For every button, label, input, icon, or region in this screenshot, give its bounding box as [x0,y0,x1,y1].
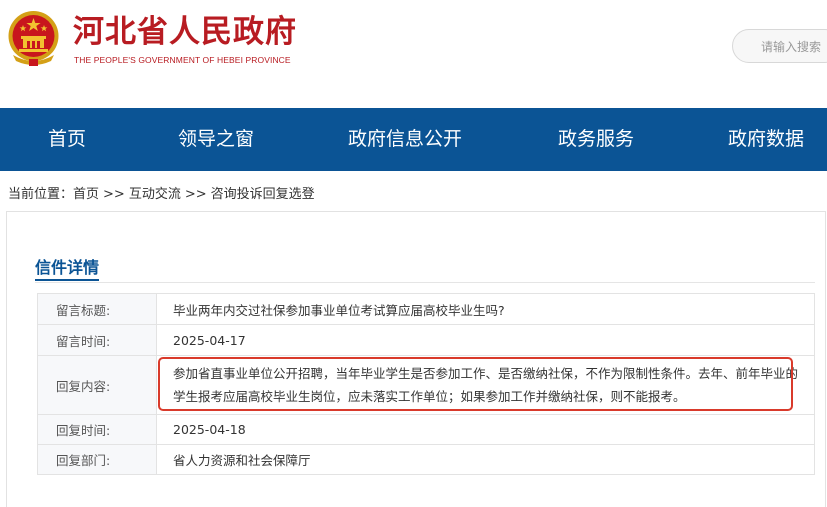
nav-item-leaders[interactable]: 领导之窗 [178,108,254,171]
panel-divider [35,282,815,283]
panel-title-underline [35,279,99,281]
table-row: 回复时间: 2025-04-18 [37,414,815,445]
row-label: 留言时间: [37,324,157,356]
breadcrumb-prefix: 当前位置： [8,187,74,202]
breadcrumb: 当前位置：首页 >> 互动交流 >> 咨询投诉回复选登 [8,183,315,202]
row-label: 回复内容: [37,355,157,415]
table-row: 回复内容: 参加省直事业单位公开招聘，当年毕业学生是否参加工作、是否缴纳社保，不… [37,355,815,415]
panel-title: 信件详情 [35,258,100,277]
nav-item-data[interactable]: 政府数据 [728,108,804,171]
reply-department-value: 省人力资源和社会保障厅 [156,444,815,475]
site-subtitle: THE PEOPLE'S GOVERNMENT OF HEBEI PROVINC… [74,55,291,65]
nav-item-home[interactable]: 首页 [48,108,86,171]
reply-time-value: 2025-04-18 [156,414,815,445]
message-title-value: 毕业两年内交过社保参加事业单位考试算应届高校毕业生吗? [156,293,815,325]
breadcrumb-link-home[interactable]: 首页 [73,183,99,202]
search-box[interactable] [732,29,827,63]
breadcrumb-link-replies[interactable]: 咨询投诉回复选登 [211,183,315,202]
breadcrumb-link-interaction[interactable]: 互动交流 [129,183,181,202]
table-row: 回复部门: 省人力资源和社会保障厅 [37,444,815,475]
row-label: 回复时间: [37,414,157,445]
main-nav: 首页 领导之窗 政府信息公开 政务服务 政府数据 [0,108,827,171]
site-title[interactable]: 河北省人民政府 [73,14,297,50]
row-label: 留言标题: [37,293,157,325]
table-row: 留言标题: 毕业两年内交过社保参加事业单位考试算应届高校毕业生吗? [37,293,815,325]
letter-detail-table: 留言标题: 毕业两年内交过社保参加事业单位考试算应届高校毕业生吗? 留言时间: … [37,293,815,475]
breadcrumb-separator: >> [103,187,125,202]
site-header: 河北省人民政府 THE PEOPLE'S GOVERNMENT OF HEBEI… [0,0,827,108]
breadcrumb-separator: >> [184,187,207,202]
search-input[interactable] [761,38,827,56]
nav-item-info-disclosure[interactable]: 政府信息公开 [348,108,462,171]
letter-detail-panel: 信件详情 留言标题: 毕业两年内交过社保参加事业单位考试算应届高校毕业生吗? 留… [6,211,826,507]
nav-item-services[interactable]: 政务服务 [558,108,634,171]
national-emblem-icon[interactable] [7,9,60,67]
row-label: 回复部门: [37,444,157,475]
table-row: 留言时间: 2025-04-17 [37,324,815,356]
reply-content-value: 参加省直事业单位公开招聘，当年毕业学生是否参加工作、是否缴纳社保，不作为限制性条… [156,355,815,415]
message-time-value: 2025-04-17 [156,324,815,356]
